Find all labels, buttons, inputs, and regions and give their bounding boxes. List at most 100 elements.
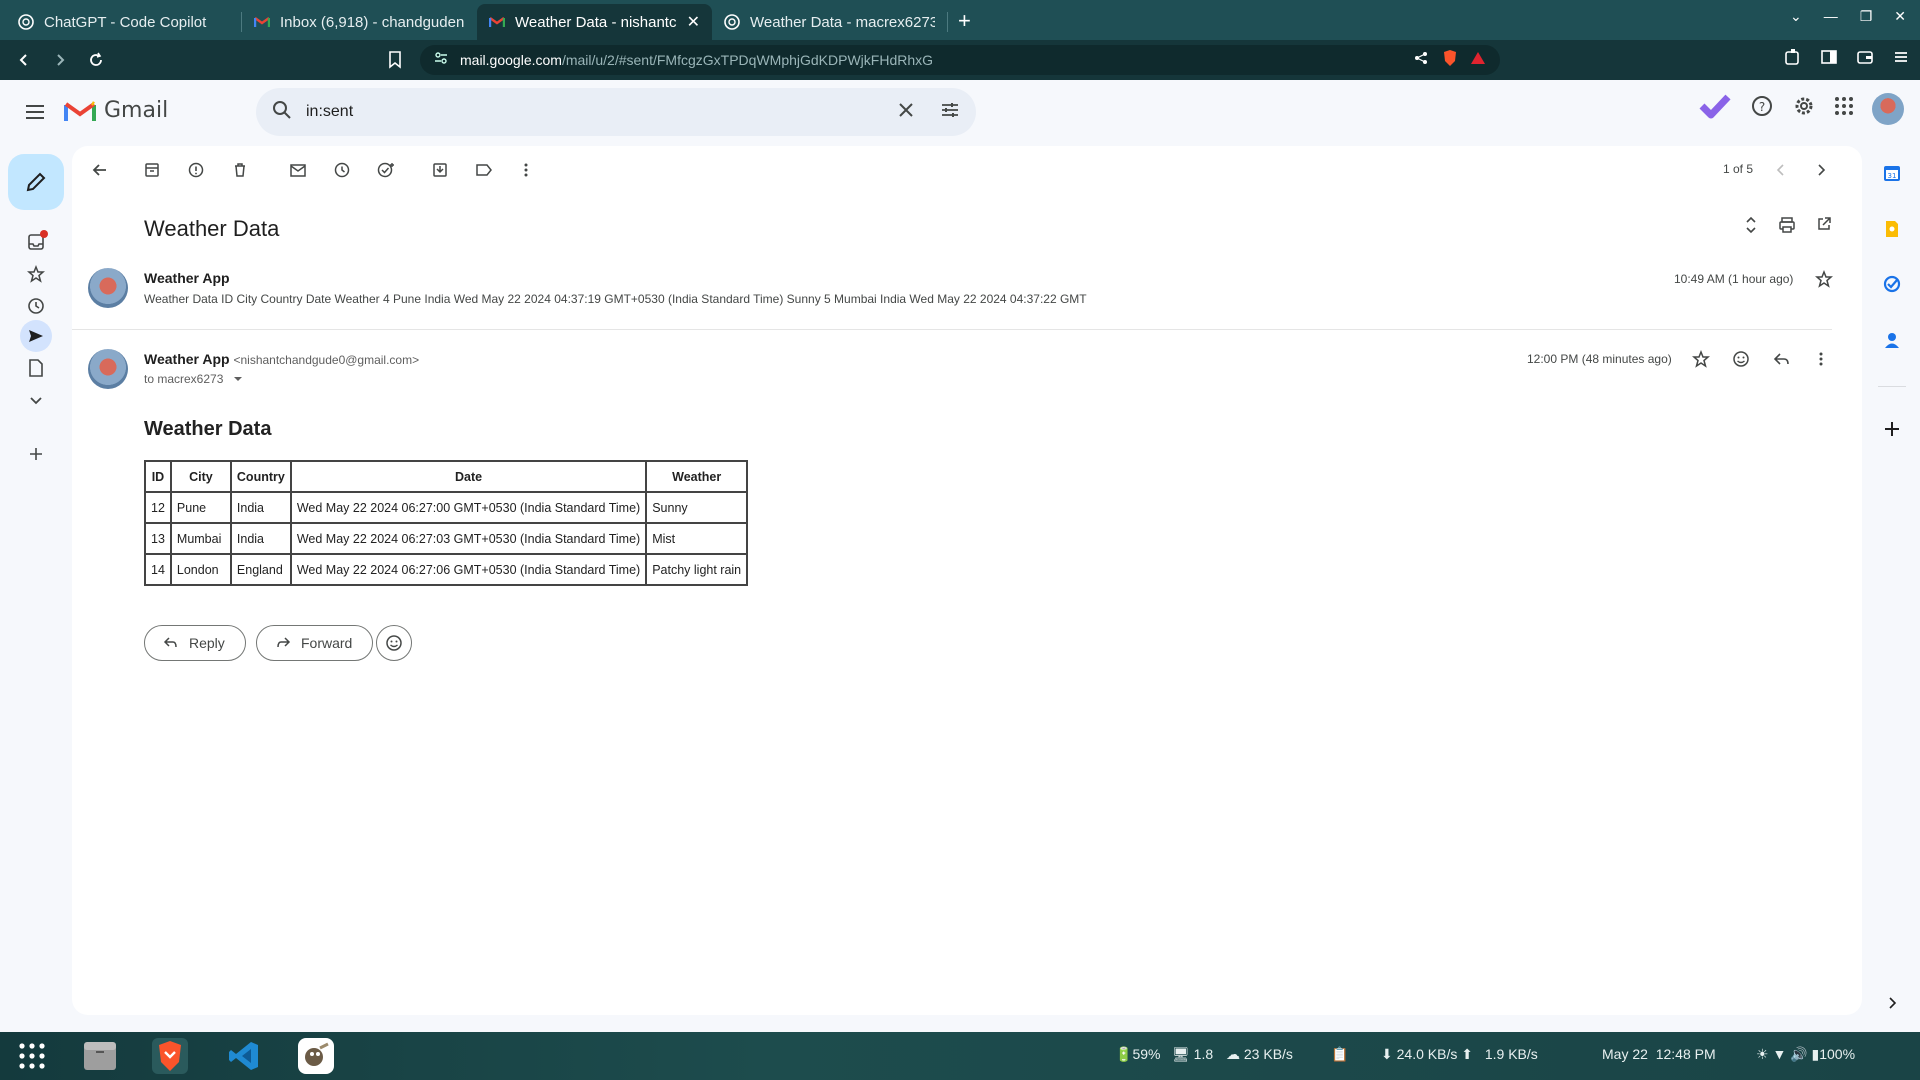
emoji-reaction-button[interactable] xyxy=(376,625,412,661)
message-snippet[interactable]: Weather Data ID City Country Date Weathe… xyxy=(144,292,1184,306)
upload-status[interactable]: ☁ 23 KB/s xyxy=(1226,1046,1293,1063)
clear-search-icon[interactable] xyxy=(898,102,914,123)
brave-rewards-icon[interactable] xyxy=(1470,51,1486,70)
network-speed[interactable]: ⬇ 24.0 KB/s ⬆ 1.9 KB/s xyxy=(1381,1046,1538,1063)
app-launcher-icon[interactable] xyxy=(14,1038,50,1074)
battery-status[interactable]: 🔋59% xyxy=(1115,1046,1160,1063)
maximize-button[interactable]: ❐ xyxy=(1860,8,1873,25)
wallet-icon[interactable] xyxy=(1856,48,1874,71)
rail-inbox[interactable] xyxy=(20,226,52,258)
contacts-icon[interactable] xyxy=(1878,326,1906,354)
expand-all-icon[interactable] xyxy=(1744,216,1758,239)
tasks-check-icon[interactable] xyxy=(1698,92,1732,125)
rail-starred[interactable] xyxy=(20,258,52,290)
brave-shields-icon[interactable] xyxy=(1442,49,1458,72)
support-icon[interactable]: ? xyxy=(1750,94,1774,123)
delete-button[interactable] xyxy=(226,156,254,184)
rail-create-label[interactable] xyxy=(20,438,52,470)
rail-more[interactable] xyxy=(20,384,52,416)
report-spam-button[interactable] xyxy=(182,156,210,184)
settings-gear-icon[interactable] xyxy=(1792,94,1816,123)
move-to-button[interactable] xyxy=(426,156,454,184)
vscode-icon[interactable] xyxy=(226,1038,262,1074)
clock-icon xyxy=(28,298,44,314)
print-icon[interactable] xyxy=(1778,216,1796,239)
labels-button[interactable] xyxy=(470,156,498,184)
chevron-down-icon xyxy=(30,397,42,405)
search-icon[interactable] xyxy=(272,100,292,125)
account-avatar[interactable] xyxy=(1872,92,1904,125)
clock-datetime[interactable]: May 22 12:48 PM xyxy=(1602,1046,1716,1062)
system-indicators[interactable]: ☀ ▼ 🔊 ▮100% xyxy=(1756,1046,1855,1063)
clipboard-icon[interactable]: 📋 xyxy=(1331,1046,1348,1063)
tab-inbox[interactable]: Inbox (6,918) - chandgudenis xyxy=(242,4,477,40)
cpu-load-status[interactable]: 🖥 1.8 xyxy=(1172,1046,1213,1063)
tab-chatgpt[interactable]: ChatGPT - Code Copilot xyxy=(6,4,241,40)
snooze-button[interactable] xyxy=(328,156,356,184)
message-more-button[interactable] xyxy=(1819,352,1823,371)
add-reaction-button[interactable] xyxy=(1732,350,1750,373)
bookmark-icon[interactable] xyxy=(388,51,402,74)
add-task-icon xyxy=(377,162,394,178)
compose-button[interactable] xyxy=(8,154,64,210)
close-tab-icon[interactable]: ✕ xyxy=(687,12,700,32)
header-actions: ? xyxy=(1698,92,1904,125)
forward-button[interactable] xyxy=(44,44,76,76)
tab-separator xyxy=(947,12,948,32)
back-to-list-button[interactable] xyxy=(86,156,114,184)
gimp-app-icon[interactable] xyxy=(298,1038,334,1074)
caret-down-icon[interactable] xyxy=(233,375,243,383)
open-new-window-icon[interactable] xyxy=(1816,216,1832,239)
main-menu-icon[interactable] xyxy=(23,100,47,129)
url-bar[interactable]: mail.google.com/mail/u/2/#sent/FMfcgzGxT… xyxy=(420,45,1500,75)
reply-button[interactable] xyxy=(1773,350,1791,373)
sender-name[interactable]: Weather App xyxy=(144,351,230,367)
share-icon[interactable] xyxy=(1414,51,1428,70)
browser-menu-icon[interactable] xyxy=(1892,48,1910,71)
label-icon xyxy=(476,164,492,176)
files-app-icon[interactable] xyxy=(82,1038,118,1074)
message-time: 10:49 AM (1 hour ago) xyxy=(1674,272,1794,286)
older-button[interactable] xyxy=(1807,156,1835,184)
mark-unread-button[interactable] xyxy=(284,156,312,184)
forward-pill-button[interactable]: Forward xyxy=(256,625,374,661)
search-input[interactable]: in:sent xyxy=(306,103,898,121)
rail-drafts[interactable] xyxy=(20,352,52,384)
extensions-icon[interactable] xyxy=(1784,48,1802,71)
tasks-icon[interactable] xyxy=(1878,270,1906,298)
trash-icon xyxy=(235,163,245,177)
archive-button[interactable] xyxy=(138,156,166,184)
minimize-button[interactable]: — xyxy=(1824,8,1838,25)
star-button[interactable] xyxy=(1692,349,1710,373)
add-to-tasks-button[interactable] xyxy=(372,156,400,184)
tab-weather-data[interactable]: Weather Data - macrex6273 xyxy=(712,4,947,40)
rail-snoozed[interactable] xyxy=(20,290,52,322)
back-button[interactable] xyxy=(8,44,40,76)
tab-list-icon[interactable]: ⌄ xyxy=(1790,8,1802,25)
get-addons-icon[interactable] xyxy=(1878,415,1906,443)
sender-avatar[interactable] xyxy=(88,349,128,389)
search-bar[interactable]: in:sent xyxy=(256,88,976,136)
sender-avatar[interactable] xyxy=(88,268,128,308)
apps-grid-icon[interactable] xyxy=(1834,96,1854,121)
rail-sent[interactable] xyxy=(20,320,52,352)
tab-weather-data-active[interactable]: Weather Data - nishantch ✕ xyxy=(477,4,712,40)
search-options-icon[interactable] xyxy=(940,100,960,125)
site-info-icon[interactable] xyxy=(434,51,448,70)
gmail-logo[interactable]: Gmail xyxy=(64,98,168,123)
table-row: 12 Pune India Wed May 22 2024 06:27:00 G… xyxy=(144,491,749,524)
new-tab-button[interactable]: + xyxy=(958,8,971,34)
close-window-button[interactable]: ✕ xyxy=(1894,8,1906,25)
reply-pill-button[interactable]: Reply xyxy=(144,625,246,661)
keep-icon[interactable] xyxy=(1878,215,1906,243)
newer-button[interactable] xyxy=(1767,156,1795,184)
reload-button[interactable] xyxy=(80,44,112,76)
forward-label: Forward xyxy=(301,635,353,651)
hide-side-panel-icon[interactable] xyxy=(1878,989,1906,1017)
recipients[interactable]: to macrex6273 xyxy=(144,372,243,386)
brave-browser-icon[interactable] xyxy=(152,1038,188,1074)
sidebar-icon[interactable] xyxy=(1820,48,1838,71)
more-actions-button[interactable] xyxy=(512,156,540,184)
calendar-icon[interactable]: 31 xyxy=(1878,159,1906,187)
star-button[interactable] xyxy=(1815,269,1833,293)
